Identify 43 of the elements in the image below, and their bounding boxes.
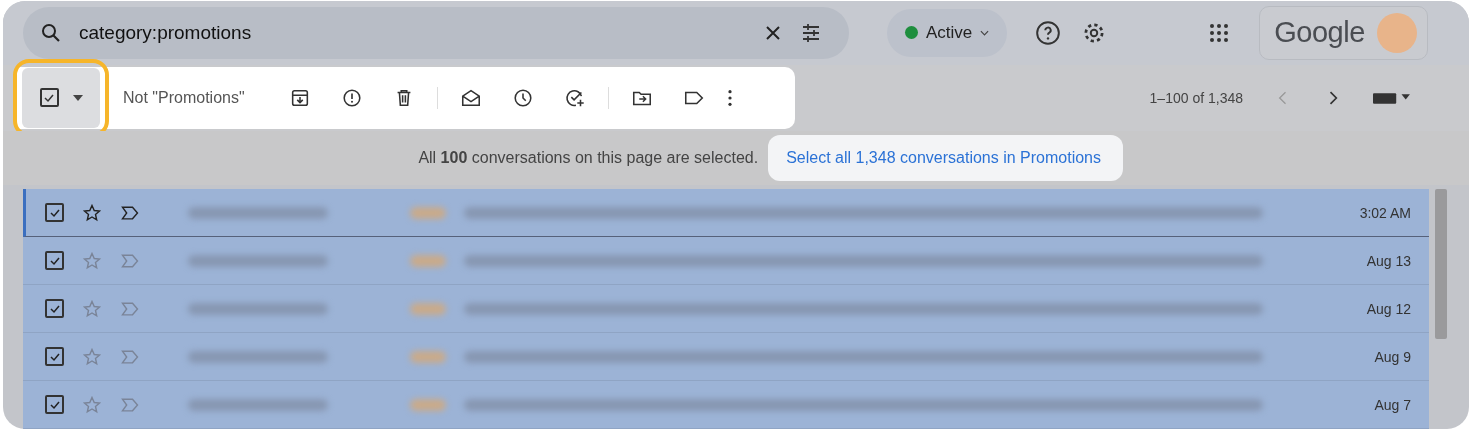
brand-logo: Google [1274,16,1365,50]
keyboard-dropdown-icon[interactable] [1373,91,1411,105]
status-button[interactable]: Active [887,8,1008,57]
pagination-count: 1–100 of 1,348 [1149,89,1243,106]
email-time: Aug 12 [1365,300,1411,317]
blurred-label [410,302,446,315]
select-all-dropdown[interactable] [22,67,100,128]
email-row[interactable]: Aug 7 [23,381,1429,429]
checkbox[interactable] [39,88,59,108]
avatar [1376,12,1417,53]
search-input[interactable]: category:promotions [77,20,747,45]
email-time: 3:02 AM [1358,204,1411,221]
star-icon[interactable] [82,346,102,367]
checkbox[interactable] [45,395,64,414]
help-icon[interactable] [1035,19,1062,46]
email-time: Aug 9 [1373,348,1411,365]
caret-icon [72,94,83,101]
star-icon[interactable] [82,394,102,415]
blurred-label [410,350,446,363]
email-row[interactable]: 3:02 AM [23,189,1429,237]
checkbox[interactable] [45,203,64,222]
blurred-label [410,254,446,267]
more-vertical-icon[interactable] [726,88,733,107]
select-all-link[interactable]: Select all 1,348 conversations in Promotions [768,134,1123,181]
checkbox[interactable] [45,251,64,270]
selection-notice: All 100 conversations on this page are selected. [418,148,759,167]
caret-icon [980,29,990,36]
blurred-label [410,206,446,219]
search-field[interactable]: category:promotions [23,6,849,59]
account-button[interactable]: Google [1259,5,1428,60]
blurred-label [410,398,446,411]
checkbox[interactable] [45,299,64,318]
email-time: Aug 7 [1373,396,1411,413]
star-icon[interactable] [82,202,102,223]
not-category-button[interactable]: Not "Promotions" [123,84,257,111]
email-row[interactable]: Aug 13 [23,237,1429,285]
star-icon[interactable] [82,250,102,271]
star-icon[interactable] [82,298,102,319]
scrollbar[interactable] [1435,189,1447,339]
email-row[interactable]: Aug 12 [23,285,1429,333]
email-row[interactable]: Aug 9 [23,333,1429,381]
checkbox[interactable] [45,347,64,366]
email-time: Aug 13 [1365,252,1411,269]
